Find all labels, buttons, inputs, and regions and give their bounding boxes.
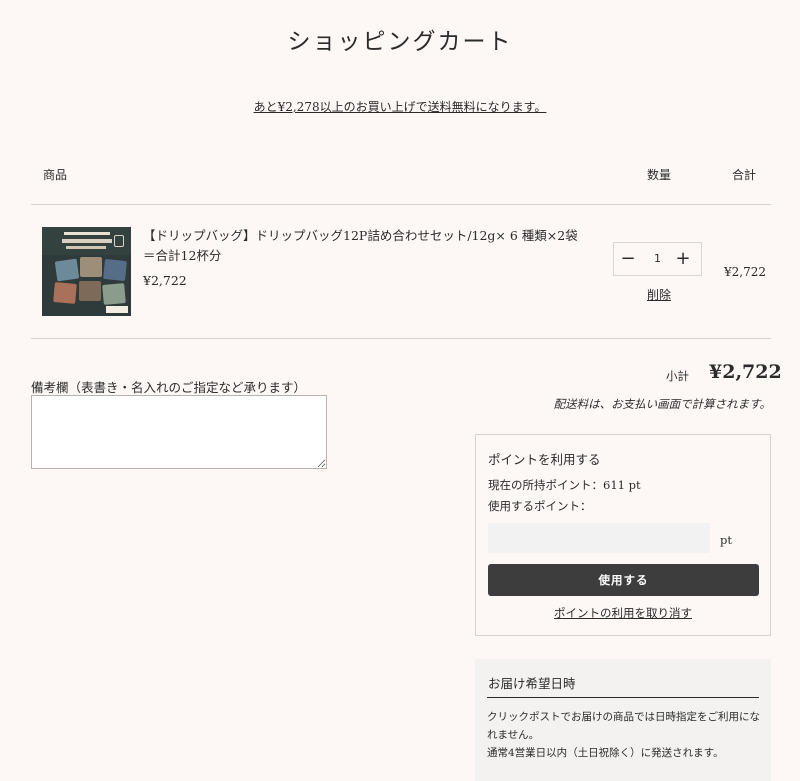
product-image[interactable]: [42, 227, 131, 316]
product-image-pack: [53, 282, 77, 304]
line-total: ¥2,722: [724, 265, 766, 279]
points-panel: ポイントを利用する 現在の所持ポイント：611 pt 使用するポイント： pt …: [475, 434, 771, 636]
notes-textarea[interactable]: [31, 395, 327, 469]
product-name-link[interactable]: 【ドリップバッグ】ドリップバッグ12P詰め合わせセット/12g× 6 種類×2袋…: [143, 226, 588, 266]
points-use-label: 使用するポイント：: [488, 499, 592, 513]
product-price: ¥2,722: [143, 273, 187, 288]
header-product: 商品: [43, 168, 68, 182]
free-shipping-notice: あと¥2,278以上のお買い上げで送料無料になります。: [0, 98, 800, 115]
delivery-text-line: 通常4営業日以内（土日祝除く）に発送されます。: [487, 747, 724, 759]
product-image-text: [64, 232, 110, 235]
product-image-text: [62, 239, 112, 243]
plus-icon[interactable]: +: [671, 248, 695, 272]
subtotal-value: ¥2,722: [709, 361, 782, 383]
page-title: ショッピングカート: [287, 29, 513, 55]
delivery-panel: お届け希望日時 クリックポストでお届けの商品では日時指定をご利用になれません。 …: [475, 659, 771, 781]
divider: [31, 338, 771, 339]
quantity-value[interactable]: 1: [644, 252, 671, 265]
remove-item-link[interactable]: 削除: [647, 286, 671, 303]
product-image-pack: [80, 257, 102, 277]
product-image-pack: [79, 281, 101, 301]
product-image-pack: [103, 258, 127, 282]
shipping-calc-note: 配送料は、お支払い画面で計算されます。: [553, 397, 771, 411]
free-shipping-link[interactable]: あと¥2,278以上のお買い上げで送料無料になります。: [254, 100, 547, 114]
header-total: 合計: [732, 168, 757, 182]
minus-icon[interactable]: −: [616, 248, 640, 272]
points-title: ポイントを利用する: [488, 452, 601, 467]
subtotal-label: 小計: [666, 369, 689, 383]
delivery-title: お届け希望日時: [488, 676, 576, 691]
notes-label: 備考欄（表書き・名入れのご指定など承ります）: [31, 380, 307, 395]
header-quantity: 数量: [647, 168, 672, 182]
product-image-pack: [102, 283, 126, 305]
product-image-text: [66, 246, 106, 249]
delivery-text: クリックポストでお届けの商品では日時指定をご利用になれません。 通常4営業日以内…: [487, 708, 763, 762]
current-points: 現在の所持ポイント：611 pt: [488, 478, 641, 492]
points-input[interactable]: [488, 523, 710, 553]
product-image-badge: [106, 306, 128, 313]
product-image-pack: [54, 258, 80, 282]
quantity-stepper: − 1 +: [613, 242, 702, 276]
cancel-points-link[interactable]: ポイントの利用を取り消す: [476, 605, 770, 621]
divider: [31, 204, 771, 205]
apply-points-button[interactable]: 使用する: [488, 564, 759, 596]
points-unit: pt: [720, 533, 732, 547]
product-image-cup: [114, 235, 124, 247]
divider: [487, 697, 759, 698]
delivery-text-line: クリックポストでお届けの商品では日時指定をご利用になれません。: [487, 711, 760, 741]
